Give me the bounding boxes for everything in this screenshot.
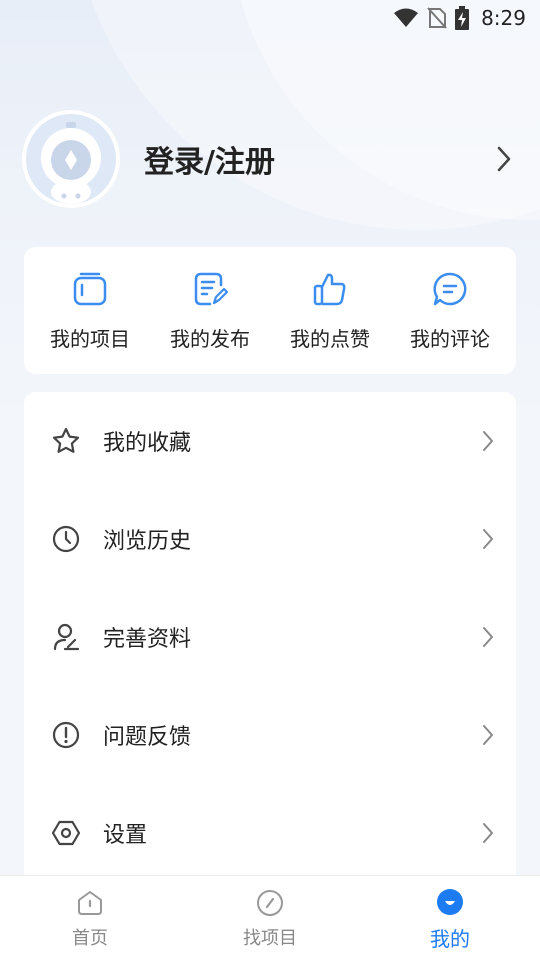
menu-item-label: 我的收藏	[103, 431, 192, 456]
avatar[interactable]	[24, 112, 118, 206]
chevron-right-icon	[482, 626, 494, 648]
my-comments-button[interactable]: 我的评论	[395, 269, 505, 352]
menu-item-label: 浏览历史	[103, 529, 192, 554]
quick-action-label: 我的发布	[170, 327, 250, 351]
no-sim-icon	[427, 7, 447, 29]
quick-action-label: 我的点赞	[290, 327, 370, 351]
publish-icon	[192, 269, 228, 309]
nav-label: 我的	[430, 926, 470, 951]
chevron-right-icon	[482, 528, 494, 550]
projects-icon	[72, 269, 108, 309]
menu-item-label: 问题反馈	[103, 725, 192, 750]
nav-mine[interactable]: 我的	[390, 885, 510, 952]
bottom-navigation: 首页 找项目 我的	[0, 875, 540, 960]
chevron-right-icon	[482, 822, 494, 844]
star-icon	[51, 426, 81, 456]
quick-actions-card: 我的项目 我的发布 我的点赞 我的评论	[24, 247, 516, 374]
chevron-right-icon	[482, 724, 494, 746]
login-register-label[interactable]: 登录/注册	[144, 137, 492, 181]
wifi-icon	[393, 8, 419, 28]
feedback-icon	[51, 720, 81, 750]
clock-icon	[51, 524, 81, 554]
menu-item-complete-profile[interactable]: 完善资料	[24, 588, 516, 686]
home-icon	[76, 886, 104, 920]
menu-item-favorites[interactable]: 我的收藏	[24, 392, 516, 490]
compass-icon	[256, 886, 284, 920]
menu-item-label: 设置	[103, 823, 148, 848]
nav-label: 首页	[72, 928, 108, 949]
quick-action-label: 我的项目	[50, 327, 130, 351]
my-projects-button[interactable]: 我的项目	[35, 269, 145, 352]
my-publish-button[interactable]: 我的发布	[155, 269, 265, 352]
menu-item-feedback[interactable]: 问题反馈	[24, 686, 516, 784]
thumbs-up-icon	[312, 269, 348, 309]
menu-list: 我的收藏 浏览历史 完善资料 问题反馈 设置	[24, 392, 516, 892]
profile-icon	[436, 885, 464, 919]
settings-icon	[51, 818, 81, 848]
battery-charging-icon	[455, 6, 470, 30]
status-time: 8:29	[481, 6, 526, 30]
profile-header[interactable]: 登录/注册	[24, 112, 516, 206]
edit-profile-icon	[51, 622, 81, 652]
nav-home[interactable]: 首页	[30, 886, 150, 950]
comment-icon	[432, 269, 468, 309]
robot-avatar-icon	[26, 114, 116, 204]
nav-label: 找项目	[243, 928, 297, 949]
menu-item-history[interactable]: 浏览历史	[24, 490, 516, 588]
quick-action-label: 我的评论	[410, 327, 490, 351]
nav-find-projects[interactable]: 找项目	[210, 886, 330, 950]
chevron-right-icon	[482, 430, 494, 452]
chevron-right-icon[interactable]	[492, 146, 516, 172]
my-likes-button[interactable]: 我的点赞	[275, 269, 385, 352]
menu-item-label: 完善资料	[103, 627, 192, 652]
status-bar: 8:29	[0, 0, 540, 36]
menu-item-settings[interactable]: 设置	[24, 784, 516, 882]
